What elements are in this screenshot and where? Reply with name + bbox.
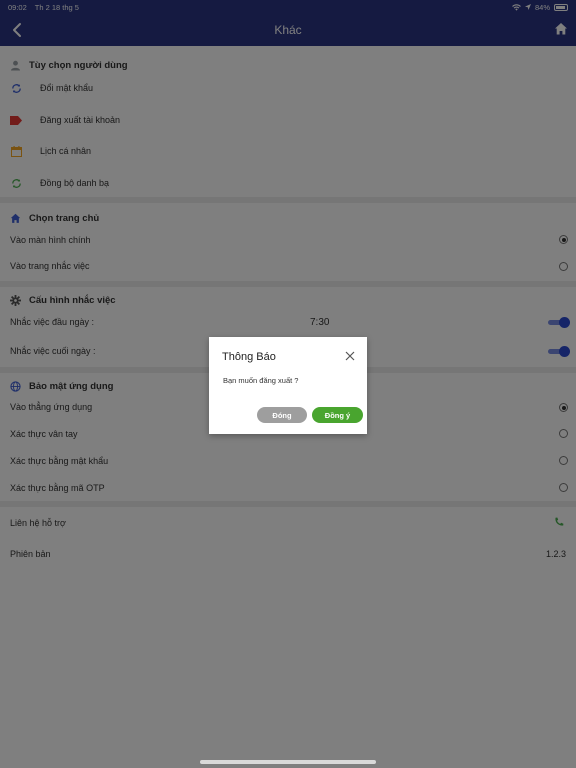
dialog-close-button[interactable]: Đóng	[257, 407, 307, 423]
dialog-confirm-button[interactable]: Đồng ý	[312, 407, 363, 423]
logout-confirm-dialog: Thông Báo Bạn muốn đăng xuất ? Đóng Đồng…	[209, 337, 367, 434]
dialog-message: Bạn muốn đăng xuất ?	[223, 376, 299, 385]
home-indicator[interactable]	[200, 760, 376, 764]
close-icon[interactable]	[345, 351, 355, 361]
dialog-title: Thông Báo	[222, 351, 276, 363]
